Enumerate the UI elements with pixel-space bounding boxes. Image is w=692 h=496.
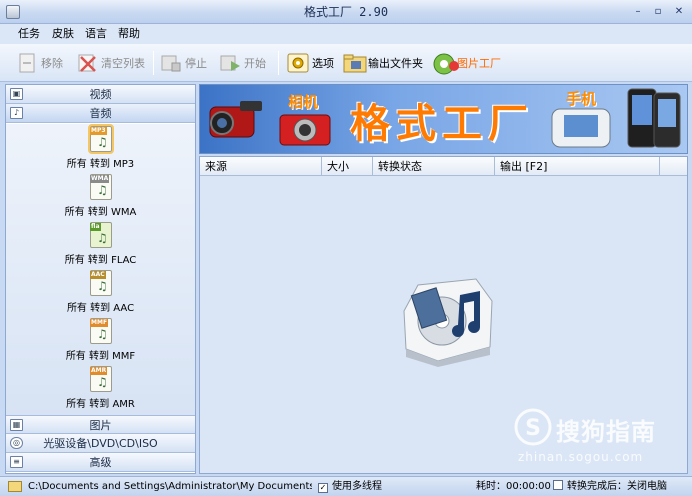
watermark-url: zhinan.sogou.com [518,450,644,464]
pda-phone-icon [627,88,681,148]
convert-to-mmf-label: 所有 转到 MMF [65,351,136,362]
convert-to-flac-label: 所有 转到 FLAC [64,255,137,266]
category-audio[interactable]: ♪ 音频 [6,104,195,123]
options-label: 选项 [312,57,334,70]
video-icon: ▣ [10,88,23,100]
menu-language[interactable]: 语言 [79,24,113,44]
close-button[interactable]: ✕ [672,5,686,18]
shutdown-option[interactable]: 转换完成后：关闭电脑 [553,477,667,496]
title-bar: 格式工厂 2.90 – ▫ ✕ [0,0,692,24]
toolbar-separator [153,51,154,75]
menu-task[interactable]: 任务 [12,24,46,44]
maximize-button[interactable]: ▫ [651,5,665,18]
camera-icon [279,114,331,146]
category-advanced[interactable]: ≡ 高级 [6,453,195,472]
amr-file-icon: AMR ♫ [90,366,112,392]
clear-list-label: 清空列表 [101,57,145,70]
audio-conversion-list: MP3 ♫ 所有 转到 MP3 WMA ♫ 所有 转到 WMA fla ♫ 所有 转到… [6,124,195,415]
mmf-file-icon: MMF ♫ [90,318,112,344]
multithread-option[interactable]: ✓ 使用多线程 [318,477,382,496]
gear-icon [287,52,309,74]
convert-to-mp3-label: 所有 转到 MP3 [66,159,135,170]
shutdown-checkbox[interactable] [553,480,563,490]
convert-to-mp3[interactable]: MP3 ♫ 所有 转到 MP3 [6,124,195,172]
audio-icon: ♪ [10,107,23,119]
column-status[interactable]: 转换状态 [373,157,495,176]
menu-bar: 任务 皮肤 语言 帮助 [0,24,692,44]
mp3-file-icon: MP3 ♫ [88,124,114,154]
remove-icon [16,52,38,74]
advanced-icon: ≡ [10,456,23,468]
convert-to-mmf[interactable]: MMF ♫ 所有 转到 MMF [6,316,195,364]
menu-skin[interactable]: 皮肤 [46,24,80,44]
category-video-label: 视频 [89,88,112,101]
column-output[interactable]: 输出 [F2] [495,157,660,176]
start-label: 开始 [244,57,266,70]
status-bar: C:\Documents and Settings\Administrator\… [0,476,692,496]
category-picture-label: 图片 [89,419,112,432]
elapsed-time: 耗时：00:00:00 [476,481,551,492]
convert-to-flac[interactable]: fla ♫ 所有 转到 FLAC [6,220,195,268]
multithread-checkbox[interactable]: ✓ [318,483,328,493]
menu-help[interactable]: 帮助 [112,24,146,44]
folder-icon[interactable] [8,481,22,492]
column-size[interactable]: 大小 [322,157,373,176]
wma-file-icon: WMA ♫ [90,174,112,200]
options-button[interactable]: 选项 [287,48,334,78]
window-title: 格式工厂 2.90 [303,5,389,19]
minimize-button[interactable]: – [631,5,645,18]
picture-factory-button[interactable]: 图片工厂 [432,48,501,78]
remove-button[interactable]: 移除 [16,48,63,78]
category-picture[interactable]: ▦ 图片 [6,415,195,434]
output-folder-button[interactable]: 输出文件夹 [343,48,423,78]
convert-to-aac-label: 所有 转到 AAC [66,303,135,314]
banner: 相机 格式工厂 手机 [199,84,688,154]
watermark-brand: 搜狗指南 [556,418,656,446]
aac-file-icon: AAC ♫ [90,270,112,296]
convert-to-aac[interactable]: AAC ♫ 所有 转到 AAC [6,268,195,316]
output-path[interactable]: C:\Documents and Settings\Administrator\… [28,477,312,496]
flac-file-icon: fla ♫ [90,222,112,248]
picture-factory-label: 图片工厂 [457,57,501,70]
task-list-header: 来源 大小 转换状态 输出 [F2] [200,157,687,176]
multithread-label: 使用多线程 [332,481,382,492]
convert-to-wma-label: 所有 转到 WMA [64,207,137,218]
clear-list-icon [76,52,98,74]
video-camera-icon [209,101,262,138]
clear-list-button[interactable]: 清空列表 [76,48,145,78]
remove-label: 移除 [41,57,63,70]
folder-icon [343,52,367,74]
disc-icon: ◎ [10,437,23,449]
picture-icon: ▦ [10,419,23,431]
convert-to-amr-label: 所有 转到 AMR [66,399,135,410]
start-icon [219,52,241,74]
picture-factory-icon [432,52,459,75]
convert-to-wma[interactable]: WMA ♫ 所有 转到 WMA [6,172,195,220]
toolbar-separator [278,51,279,75]
category-video[interactable]: ▣ 视频 [6,85,195,104]
convert-to-amr[interactable]: AMR ♫ 所有 转到 AMR [6,364,195,412]
shutdown-label: 转换完成后：关闭电脑 [567,481,667,492]
category-advanced-label: 高级 [89,456,112,469]
banner-title: 格式工厂 [350,100,534,147]
banner-camera-label: 相机 [288,93,319,111]
svg-text:S: S [525,416,541,441]
category-panel: ▣ 视频 ♪ 音频 MP3 ♫ 所有 转到 MP3 WMA ♫ 所有 转到 WMA … [5,84,196,474]
category-rom-label: 光驱设备\DVD\CD\ISO [43,437,158,450]
watermark: S 搜狗指南 zhinan.sogou.com [512,406,682,466]
stop-icon [160,52,182,74]
output-folder-label: 输出文件夹 [368,57,423,70]
sogou-logo-icon: S [514,408,552,446]
category-audio-label: 音频 [89,107,112,120]
category-rom-device[interactable]: ◎ 光驱设备\DVD\CD\ISO [6,434,195,453]
stop-button[interactable]: 停止 [160,48,207,78]
column-source[interactable]: 来源 [200,157,322,176]
stop-label: 停止 [185,57,207,70]
start-button[interactable]: 开始 [219,48,266,78]
toolbar: 移除 清空列表 停止 开始 选项 输出文件夹 图片工厂 [0,44,692,82]
smartphone-icon [551,108,611,148]
format-factory-logo-icon [403,278,493,367]
